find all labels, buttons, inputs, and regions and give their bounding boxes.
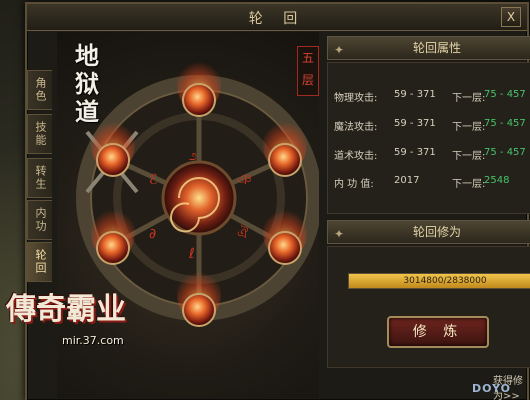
attribute-value: 59 - 371 xyxy=(394,89,436,100)
cultivate-header: ✦ 轮回修为 xyxy=(327,220,530,244)
close-button[interactable]: X xyxy=(501,7,521,27)
logo-url: mir.37.com xyxy=(62,334,124,347)
tab-label: 转生 xyxy=(34,165,47,191)
attributes-header-label: 轮回属性 xyxy=(412,41,461,55)
orb-top[interactable] xyxy=(177,56,221,117)
tab-character[interactable]: 角色 xyxy=(27,70,52,110)
orb-lower-right[interactable] xyxy=(263,204,307,265)
attribute-row: 内 功 值: 2017 下一层: 2548 xyxy=(334,175,530,191)
cultivate-button[interactable]: 修 炼 xyxy=(387,316,489,348)
next-level-value: 2548 xyxy=(484,175,510,186)
orb-bottom[interactable] xyxy=(177,266,221,327)
gear-icon: ✦ xyxy=(334,43,345,57)
next-level-label: 下一层: xyxy=(452,151,486,162)
window-title: 轮 回 xyxy=(248,11,306,27)
tab-label: 角色 xyxy=(34,77,47,103)
attribute-label: 魔法攻击: xyxy=(334,122,378,133)
orb-lower-left[interactable] xyxy=(91,204,135,265)
title-bar[interactable]: 轮 回 X xyxy=(27,4,527,31)
cultivation-progress-bar: 3014800/2838000 xyxy=(348,273,530,289)
attribute-value: 2017 xyxy=(394,175,420,186)
game-logo: 傳奇霸业 mir.37.com xyxy=(6,262,176,362)
attribute-value: 59 - 371 xyxy=(394,147,436,158)
tab-inner-power[interactable]: 内功 xyxy=(27,200,52,240)
next-level-value: 75 - 457 xyxy=(484,147,526,158)
orb-upper-right[interactable] xyxy=(263,116,307,177)
tab-label: 技能 xyxy=(34,121,47,147)
tab-rebirth[interactable]: 转生 xyxy=(27,158,52,198)
svg-text:ঞ: ঞ xyxy=(237,172,252,188)
cultivate-header-label: 轮回修为 xyxy=(412,225,461,239)
attribute-label: 道术攻击: xyxy=(334,151,378,162)
gear-icon: ✦ xyxy=(334,227,345,241)
game-screen: 轮 回 X 角色 技能 转生 内功 轮回 地狱道 五层 ೨ ঞ ঐ ℓ ∂ ℰ … xyxy=(0,0,530,400)
svg-text:ℓ: ℓ xyxy=(188,246,195,262)
next-level-label: 下一层: xyxy=(452,93,486,104)
next-level-label: 下一层: xyxy=(452,122,486,133)
progress-text: 3014800/2838000 xyxy=(403,276,487,286)
next-level-value: 75 - 457 xyxy=(484,118,526,129)
attribute-label: 物理攻击: xyxy=(334,93,378,104)
attributes-header: ✦ 轮回属性 xyxy=(327,36,530,60)
cultivate-panel: 3014800/2838000 xyxy=(327,246,530,368)
center-vortex xyxy=(161,160,237,236)
orb-upper-left[interactable] xyxy=(91,116,135,177)
watermark: DOYO xyxy=(472,382,512,395)
attribute-value: 59 - 371 xyxy=(394,118,436,129)
attributes-panel: 物理攻击: 59 - 371 下一层: 75 - 457 魔法攻击: 59 - … xyxy=(327,62,530,214)
next-level-value: 75 - 457 xyxy=(484,89,526,100)
attribute-row: 道术攻击: 59 - 371 下一层: 75 - 457 xyxy=(334,147,530,163)
attribute-label: 内 功 值: xyxy=(334,179,374,190)
attribute-row: 物理攻击: 59 - 371 下一层: 75 - 457 xyxy=(334,89,530,105)
tab-skills[interactable]: 技能 xyxy=(27,114,52,154)
svg-text:∂: ∂ xyxy=(149,226,156,242)
tab-label: 内功 xyxy=(34,207,47,233)
next-level-label: 下一层: xyxy=(452,179,486,190)
attribute-row: 魔法攻击: 59 - 371 下一层: 75 - 457 xyxy=(334,118,530,134)
svg-text:ঐ: ঐ xyxy=(237,225,249,242)
logo-text: 傳奇霸业 xyxy=(6,292,126,327)
svg-text:ℰ: ℰ xyxy=(149,172,157,188)
